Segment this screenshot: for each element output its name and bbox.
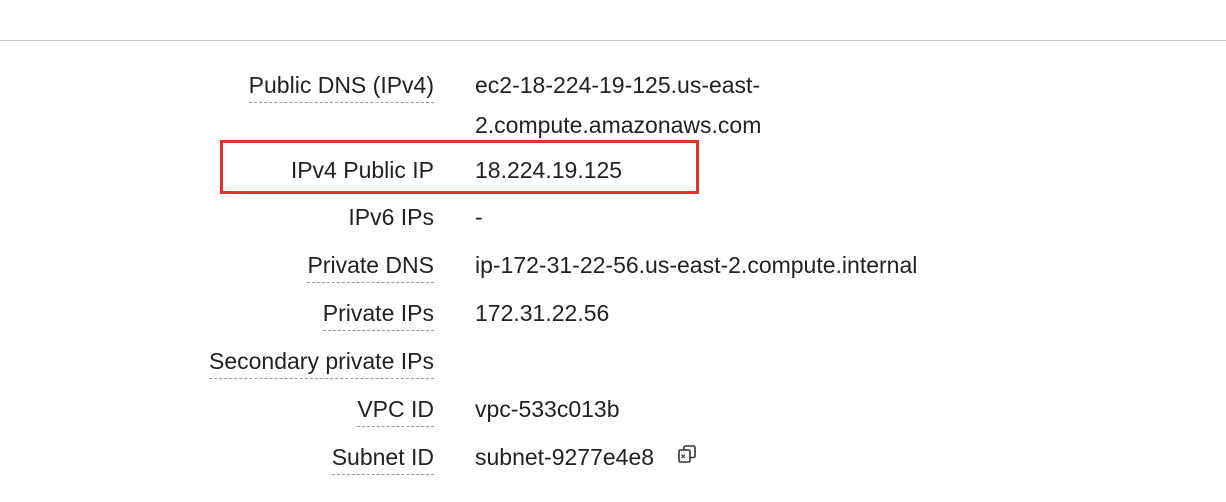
detail-value-subnet-id[interactable]: subnet-9277e4e8 bbox=[475, 444, 654, 470]
detail-row-private-dns: Private DNS ip-172-31-22-56.us-east-2.co… bbox=[0, 250, 1226, 290]
detail-label-private-ips: Private IPs bbox=[322, 298, 434, 331]
detail-row-ipv6-ips: IPv6 IPs - bbox=[0, 202, 1226, 242]
detail-label-public-dns: Public DNS (IPv4) bbox=[248, 70, 434, 103]
detail-row-public-dns: Public DNS (IPv4) ec2-18-224-19-125.us-e… bbox=[0, 70, 1226, 138]
detail-row-private-ips: Private IPs 172.31.22.56 bbox=[0, 298, 1226, 338]
detail-value-private-dns[interactable]: ip-172-31-22-56.us-east-2.compute.intern… bbox=[475, 245, 917, 285]
copy-icon[interactable] bbox=[676, 437, 698, 477]
detail-value-vpc-id[interactable]: vpc-533c013b bbox=[475, 389, 620, 429]
detail-value-ipv6-ips: - bbox=[475, 204, 483, 230]
detail-value-private-ips[interactable]: 172.31.22.56 bbox=[475, 293, 609, 333]
highlight-box bbox=[220, 140, 699, 194]
detail-row-secondary-private-ips: Secondary private IPs bbox=[0, 346, 1226, 386]
detail-label-vpc-id: VPC ID bbox=[357, 394, 434, 427]
detail-label-subnet-id: Subnet ID bbox=[331, 442, 434, 475]
public-dns-line2: 2.compute.amazonaws.com bbox=[475, 112, 762, 138]
detail-row-vpc-id: VPC ID vpc-533c013b bbox=[0, 394, 1226, 434]
detail-label-ipv6-ips: IPv6 IPs bbox=[348, 204, 434, 230]
detail-value-public-dns[interactable]: ec2-18-224-19-125.us-east- 2.compute.ama… bbox=[475, 65, 835, 145]
top-divider bbox=[0, 40, 1226, 41]
detail-label-private-dns: Private DNS bbox=[307, 250, 434, 283]
detail-value-subnet-id-wrap: subnet-9277e4e8 bbox=[475, 437, 698, 477]
public-dns-line1: ec2-18-224-19-125.us-east- bbox=[475, 72, 761, 98]
detail-label-secondary-private-ips: Secondary private IPs bbox=[208, 346, 434, 379]
detail-row-subnet-id: Subnet ID subnet-9277e4e8 bbox=[0, 442, 1226, 482]
